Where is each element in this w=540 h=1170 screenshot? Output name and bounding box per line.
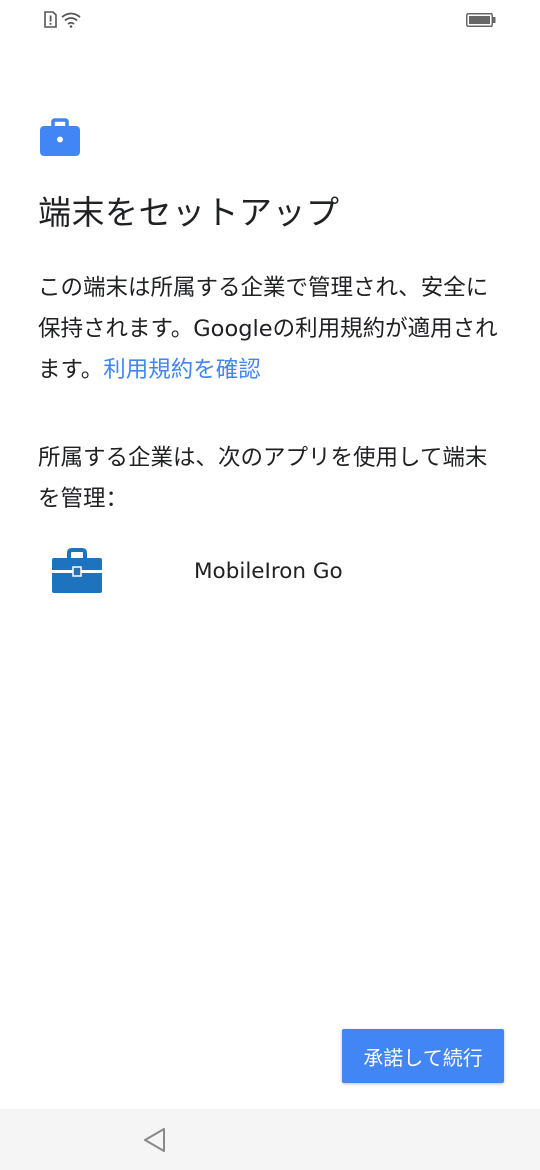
manage-label: 所属する企業は、次のアプリを使用して端末を管理： bbox=[38, 445, 488, 512]
status-bar bbox=[0, 0, 540, 40]
status-bar-right bbox=[466, 12, 496, 31]
app-list-item: MobileIron Go bbox=[52, 548, 343, 594]
navigation-bar bbox=[0, 1109, 540, 1170]
terms-link[interactable]: 利用規約を確認 bbox=[103, 357, 261, 383]
page-title: 端末をセットアップ bbox=[38, 193, 340, 232]
mobileiron-briefcase-icon bbox=[52, 548, 102, 593]
battery-icon bbox=[466, 13, 496, 27]
back-triangle-icon[interactable] bbox=[141, 1126, 167, 1154]
accept-continue-button[interactable]: 承諾して続行 bbox=[342, 1029, 504, 1083]
description-text: この端末は所属する企業で管理され、安全に保持されます。Googleの利用規約が適… bbox=[38, 268, 504, 391]
wifi-icon bbox=[61, 12, 81, 28]
app-name: MobileIron Go bbox=[194, 558, 343, 584]
briefcase-icon bbox=[40, 118, 80, 156]
sim-alert-icon bbox=[44, 11, 57, 28]
status-bar-left bbox=[44, 11, 81, 28]
